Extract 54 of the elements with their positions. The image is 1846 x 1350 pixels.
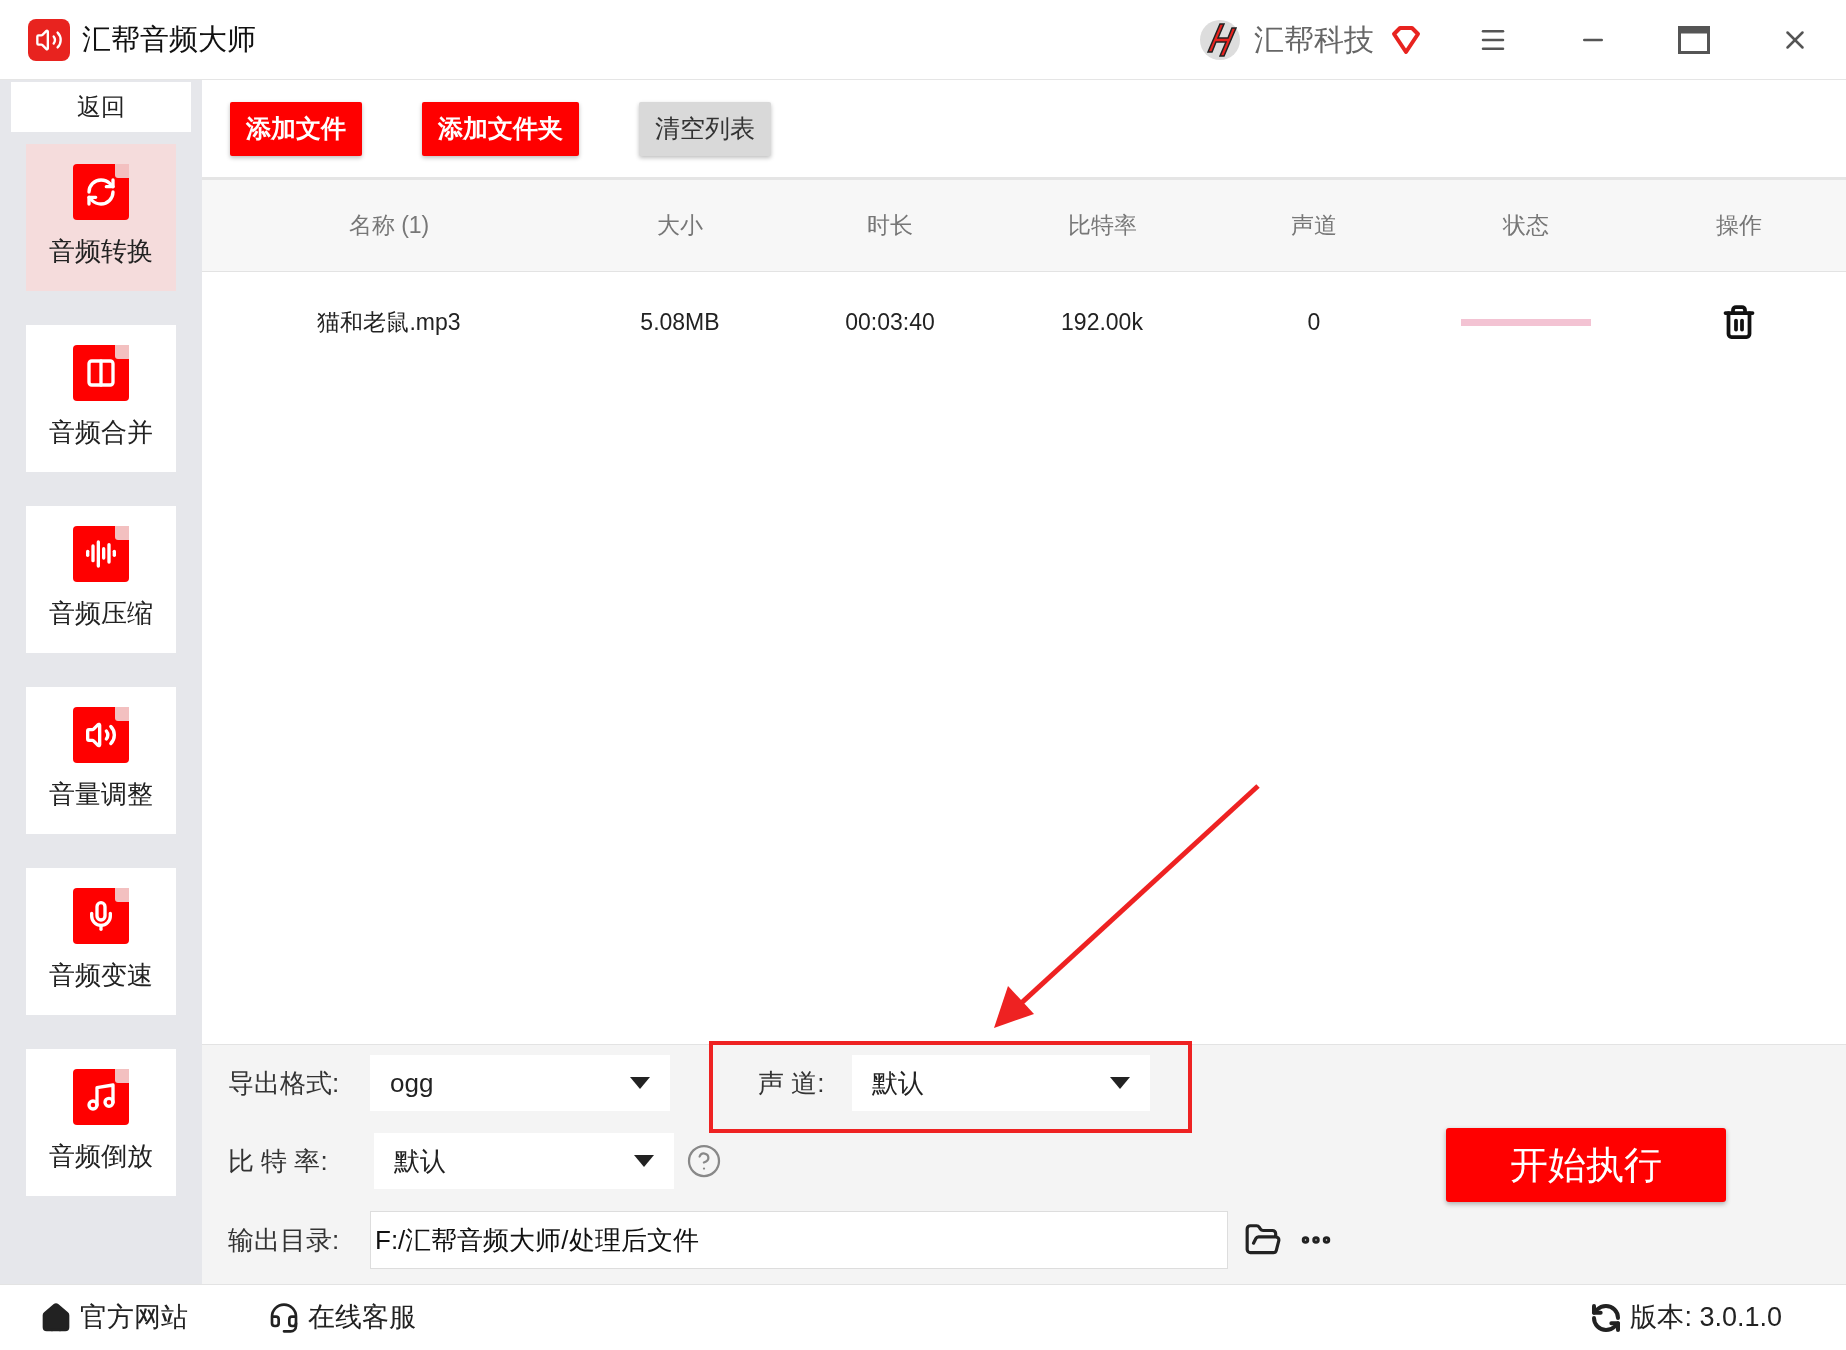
bitrate-select[interactable]: 默认 xyxy=(374,1133,674,1189)
sidebar-item[interactable]: 音频变速 xyxy=(26,868,176,1015)
add-button[interactable]: 添加文件 xyxy=(230,101,362,156)
add-button[interactable]: 添加文件夹 xyxy=(422,101,579,156)
column-header: 比特率 xyxy=(1066,211,1138,241)
dropdown-caret-icon xyxy=(634,1155,654,1167)
support-link[interactable]: 在线客服 xyxy=(268,1297,416,1338)
column-header: 声道 xyxy=(1290,211,1338,241)
maximize-icon[interactable] xyxy=(1678,25,1710,54)
column-header: 时长 xyxy=(866,211,914,241)
column-header: 状态 xyxy=(1502,211,1550,241)
column-header: 操作 xyxy=(1715,211,1763,241)
update-icon[interactable] xyxy=(1590,1301,1623,1334)
home-icon xyxy=(40,1301,72,1334)
app-logo-icon xyxy=(28,18,70,61)
microphone-icon xyxy=(73,888,129,944)
dropdown-caret-icon xyxy=(630,1077,650,1089)
sidebar-item[interactable]: 音频倒放 xyxy=(26,1049,176,1196)
music-note-icon xyxy=(73,1069,129,1125)
sidebar-item[interactable]: 音频合并 xyxy=(26,325,176,472)
table-cell-text: 5.08MB xyxy=(639,307,721,337)
diamond-heart-icon xyxy=(1390,23,1422,56)
dropdown-caret-icon xyxy=(1110,1077,1130,1089)
format-select[interactable]: ogg xyxy=(370,1055,670,1111)
headset-icon xyxy=(268,1301,300,1334)
version-label: 版本: 3.0.1.0 xyxy=(1630,1301,1782,1335)
column-header: 名称 (1) xyxy=(347,211,431,241)
column-header: 大小 xyxy=(656,211,704,241)
help-icon[interactable] xyxy=(686,1143,722,1179)
back-button[interactable]: 返回 xyxy=(11,82,191,132)
clear-list-button[interactable]: 清空列表 xyxy=(639,101,771,156)
brand-name: 汇帮科技 xyxy=(1254,22,1374,58)
merge-icon xyxy=(73,345,129,401)
sound-wave-icon xyxy=(73,526,129,582)
field-label: 声 道: xyxy=(758,1066,826,1100)
speaker-icon xyxy=(73,707,129,763)
table-cell-text: 0 xyxy=(1306,307,1322,337)
table-cell-text: 192.00k xyxy=(1060,307,1144,337)
field-label: 比 特 率: xyxy=(228,1144,329,1178)
window-title: 汇帮音频大师 xyxy=(82,21,256,57)
sidebar-item[interactable]: 音频转换 xyxy=(26,144,176,291)
start-button[interactable]: 开始执行 xyxy=(1446,1128,1726,1202)
table-cell-text: 00:03:40 xyxy=(844,307,936,337)
table-cell-text: 猫和老鼠.mp3 xyxy=(316,307,462,337)
delete-icon[interactable] xyxy=(1721,304,1757,340)
music-refresh-icon xyxy=(73,164,129,220)
field-label: 输出目录: xyxy=(228,1223,341,1257)
website-link[interactable]: 官方网站 xyxy=(40,1297,188,1338)
output-path-field[interactable]: F:/汇帮音频大师/处理后文件 xyxy=(370,1211,1228,1269)
brand-logo-icon xyxy=(1198,17,1242,62)
channel-select[interactable]: 默认 xyxy=(852,1055,1150,1111)
field-label: 导出格式: xyxy=(228,1066,341,1100)
sidebar-item[interactable]: 音量调整 xyxy=(26,687,176,834)
sidebar-item[interactable]: 音频压缩 xyxy=(26,506,176,653)
